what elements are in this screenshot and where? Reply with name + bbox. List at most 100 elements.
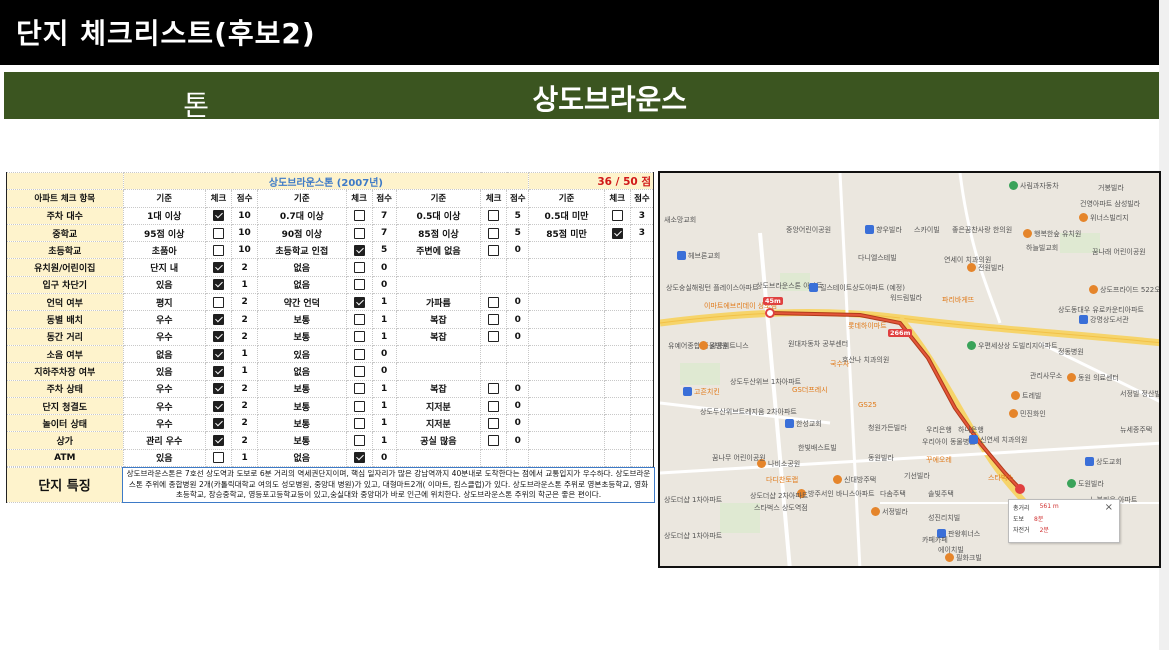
map-place-label[interactable]: 상도숭실해링턴 플레이스아파트	[666, 283, 758, 293]
map-place-label[interactable]: 향우빌라	[876, 225, 902, 235]
map-pin-icon[interactable]	[683, 387, 692, 396]
checkbox-unchecked[interactable]	[488, 227, 500, 239]
map-place-label[interactable]: 우리은행	[926, 425, 952, 435]
checkbox-unchecked[interactable]	[488, 244, 500, 256]
map-place-label[interactable]: 국수사	[830, 359, 849, 369]
map-pin-icon[interactable]	[1085, 457, 1094, 466]
map-pin-icon[interactable]	[1023, 229, 1032, 238]
map-place-label[interactable]: 상도두산위브 1차아파트	[730, 377, 801, 387]
map-pin-icon[interactable]	[1067, 373, 1076, 382]
map-pin-icon[interactable]	[833, 475, 842, 484]
map-pin-icon[interactable]	[1089, 285, 1098, 294]
map-place-label[interactable]: 서정빌라	[882, 507, 908, 517]
map-place-label[interactable]: 행복한숲 유치원	[1034, 229, 1081, 239]
map-place-label[interactable]: 한빛배스트빌	[798, 443, 837, 453]
map-place-label[interactable]: 상도두산위브트레지움 2차아파트	[700, 407, 797, 417]
map-place-label[interactable]: 강명상도서관	[1090, 315, 1129, 325]
checkbox-unchecked[interactable]	[488, 296, 500, 308]
map-place-label[interactable]: GS25	[858, 401, 877, 409]
map-place-label[interactable]: 정동병원	[1058, 347, 1084, 357]
map-place-label[interactable]: 건영아파트 삼성빌라	[1080, 199, 1140, 209]
map-place-label[interactable]: 전원빌라	[978, 263, 1004, 273]
map-place-label[interactable]: 동원빌라	[868, 453, 894, 463]
map-place-label[interactable]: 성진리치빌	[928, 513, 960, 523]
map-place-label[interactable]: 기선빌라	[904, 471, 930, 481]
map-place-label[interactable]: 나비소공원	[768, 459, 800, 469]
checkbox-unchecked[interactable]	[488, 210, 500, 222]
checkbox-unchecked[interactable]	[353, 417, 365, 429]
checkbox-unchecked[interactable]	[488, 435, 500, 447]
checkbox-unchecked[interactable]	[353, 400, 365, 412]
map-place-label[interactable]: 카페카페	[922, 535, 948, 545]
map-place-label[interactable]: 스타벅스 상도역점	[754, 503, 808, 513]
map-place-label[interactable]: 방주서인 바니스아파트	[808, 489, 875, 499]
map-place-label[interactable]: 중앙어린이공원	[786, 225, 831, 235]
map-place-label[interactable]: 도원빌라	[1078, 479, 1104, 489]
map-place-label[interactable]: 신연세 치과의원	[980, 435, 1027, 445]
map-place-label[interactable]: 우리아이 동물병원	[922, 437, 976, 447]
checkbox-checked[interactable]	[212, 279, 224, 291]
map-place-label[interactable]: 꿈나무 어린이공원	[712, 453, 766, 463]
map-view[interactable]: 사림과자동차 거봉빌라 건영아파트 삼성빌라 위너스빌리지 새소망교회 중앙어린이공원 향우…	[658, 171, 1161, 568]
checkbox-unchecked[interactable]	[353, 348, 365, 360]
map-place-label[interactable]: 트레빌	[1022, 391, 1041, 401]
map-pin-icon[interactable]	[969, 435, 978, 444]
checkbox-unchecked[interactable]	[212, 296, 224, 308]
map-place-label[interactable]: 필화크빌	[956, 553, 982, 563]
map-pin-icon[interactable]	[1009, 181, 1018, 190]
map-place-label[interactable]: 사림과자동차	[1020, 181, 1059, 191]
map-pin-icon[interactable]	[1067, 479, 1076, 488]
checkbox-unchecked[interactable]	[353, 262, 365, 274]
map-place-label[interactable]: 다솜주택	[880, 489, 906, 499]
checkbox-unchecked[interactable]	[353, 331, 365, 343]
checkbox-checked[interactable]	[353, 244, 365, 256]
map-place-label[interactable]: 힐스테이트상도아파트 (예정)	[820, 283, 905, 293]
map-place-label[interactable]: 위너스빌리지	[1090, 213, 1129, 223]
map-place-label[interactable]: 상도더샵 2차아파트	[750, 491, 808, 501]
map-place-label[interactable]: 헤브론교회	[688, 251, 720, 261]
map-pin-icon[interactable]	[809, 283, 818, 292]
checkbox-checked[interactable]	[212, 262, 224, 274]
checkbox-unchecked[interactable]	[488, 331, 500, 343]
map-pin-icon[interactable]	[871, 507, 880, 516]
map-place-label[interactable]: 한성교회	[796, 419, 822, 429]
checkbox-checked[interactable]	[212, 383, 224, 395]
checkbox-unchecked[interactable]	[353, 279, 365, 291]
checkbox-unchecked[interactable]	[488, 400, 500, 412]
checkbox-unchecked[interactable]	[353, 365, 365, 377]
checkbox-checked[interactable]	[353, 452, 365, 464]
checkbox-unchecked[interactable]	[353, 210, 365, 222]
map-place-label[interactable]: 스카이빌	[914, 225, 940, 235]
map-pin-icon[interactable]	[945, 553, 954, 562]
checkbox-unchecked[interactable]	[611, 210, 623, 222]
checkbox-unchecked[interactable]	[212, 244, 224, 256]
map-place-label[interactable]: 청원가든빌라	[868, 423, 907, 433]
map-pin-icon[interactable]	[1079, 213, 1088, 222]
map-place-label[interactable]: 다니엘스테빌	[858, 253, 897, 263]
checkbox-unchecked[interactable]	[488, 417, 500, 429]
map-place-label[interactable]: 관리사무소	[1030, 371, 1062, 381]
map-place-label[interactable]: 거봉빌라	[1098, 183, 1124, 193]
map-place-label[interactable]: 서정빌 정산빌라	[1120, 389, 1159, 399]
checkbox-checked[interactable]	[212, 417, 224, 429]
checkbox-checked[interactable]	[212, 348, 224, 360]
map-place-label[interactable]: 뉴세종주택	[1120, 425, 1152, 435]
map-pin-icon[interactable]	[967, 263, 976, 272]
checkbox-unchecked[interactable]	[488, 314, 500, 326]
map-place-label[interactable]: 스타벅스	[988, 473, 1014, 483]
checkbox-unchecked[interactable]	[353, 435, 365, 447]
map-place-label[interactable]: 워드림빌라	[890, 293, 922, 303]
map-place-label[interactable]: 신대방주택	[844, 475, 876, 485]
checkbox-unchecked[interactable]	[353, 383, 365, 395]
checkbox-unchecked[interactable]	[488, 383, 500, 395]
map-place-label[interactable]: GS더프레시	[792, 385, 828, 395]
checkbox-checked[interactable]	[212, 435, 224, 447]
map-place-label[interactable]: 고흔치킨	[694, 387, 720, 397]
map-place-label[interactable]: 킹콩휘트니스	[710, 341, 749, 351]
checkbox-unchecked[interactable]	[353, 314, 365, 326]
checkbox-checked[interactable]	[212, 331, 224, 343]
map-pin-icon[interactable]	[699, 341, 708, 350]
map-pin-icon[interactable]	[1009, 409, 1018, 418]
map-pin-icon[interactable]	[1079, 315, 1088, 324]
map-place-label[interactable]: 판왕휘너스	[948, 529, 980, 539]
